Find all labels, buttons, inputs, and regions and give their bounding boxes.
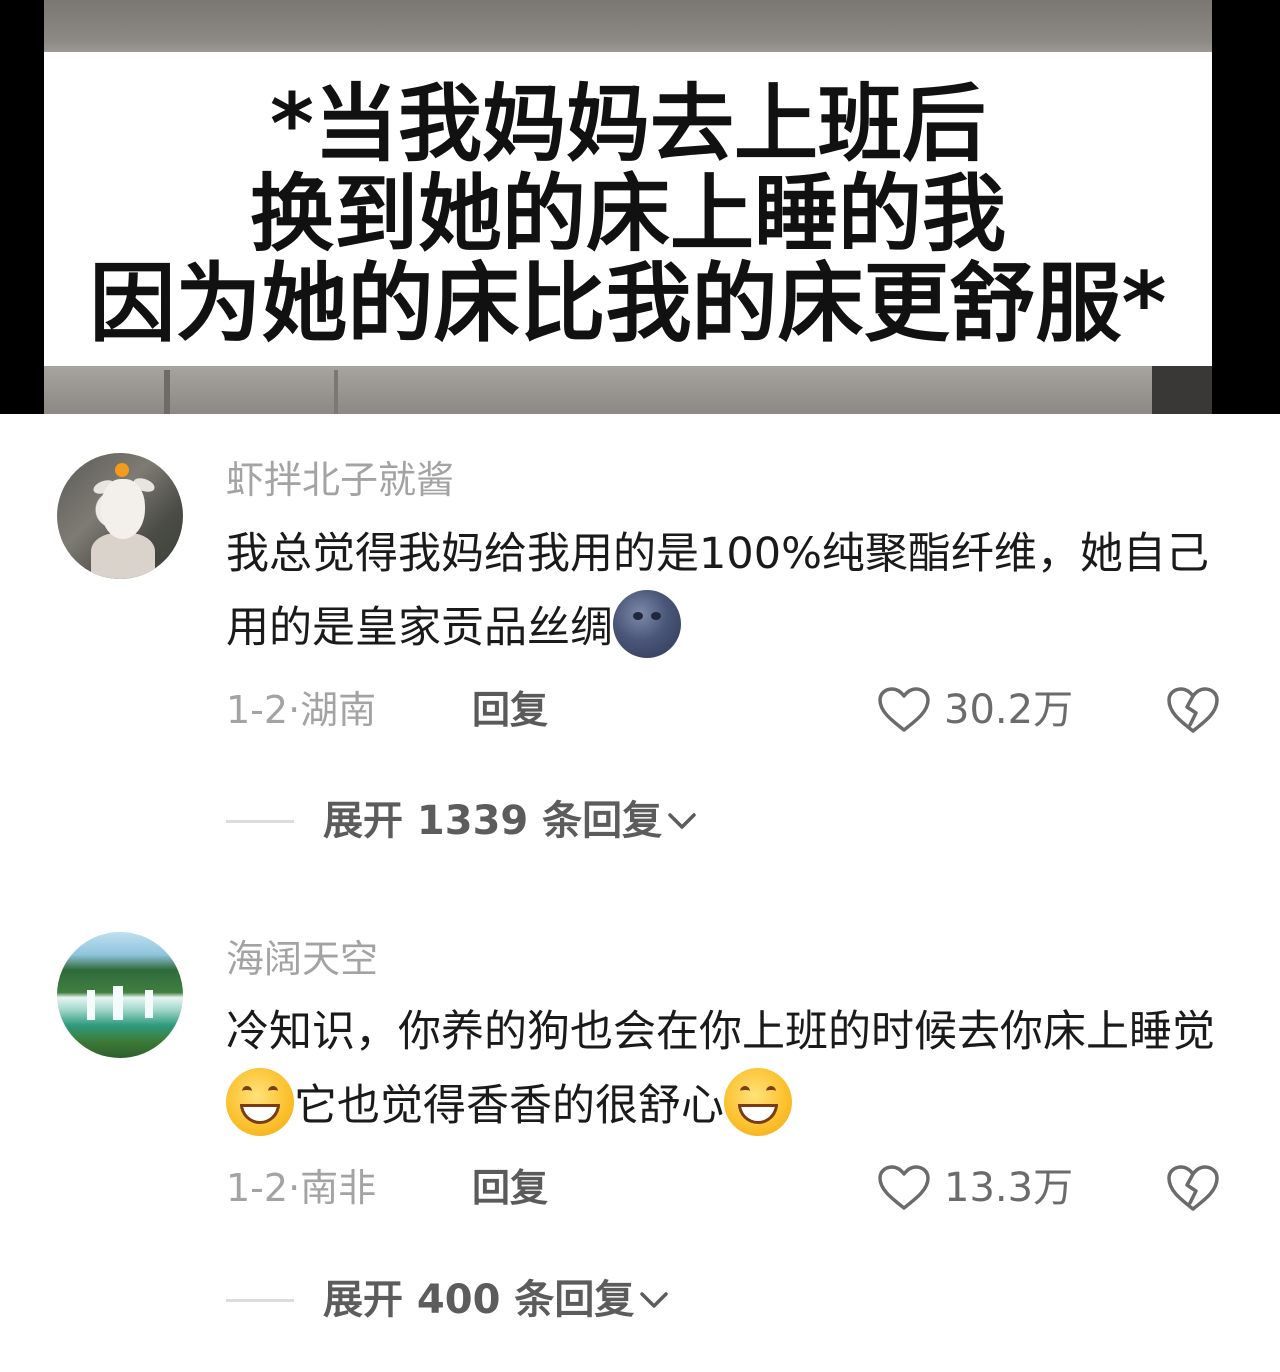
comment-username[interactable]: 海阔天空 (226, 935, 378, 983)
comment-text-body: 冷知识，你养的狗也会在你上班的时候去你床上睡觉 (226, 1007, 1215, 1057)
video-player[interactable]: *当我妈妈去上班后 换到她的床上睡的我 因为她的床比我的床更舒服* (0, 0, 1280, 414)
comment-text: 冷知识，你养的狗也会在你上班的时候去你床上睡觉它也觉得香香的很舒心 (226, 996, 1236, 1142)
heart-like-icon[interactable] (876, 1164, 932, 1212)
expand-replies[interactable]: 展开 1339 条回复 (0, 797, 1280, 845)
comment-username[interactable]: 虾拌北子就酱 (226, 456, 454, 504)
broken-heart-dislike-icon[interactable] (1164, 1163, 1222, 1213)
caption-line-3: 因为她的床比我的床更舒服* (89, 254, 1167, 354)
divider (226, 1299, 294, 1302)
heart-like-icon[interactable] (876, 686, 932, 734)
chevron-down-icon (640, 1292, 669, 1308)
chevron-down-icon (668, 813, 696, 829)
expand-replies-label: 展开 400 条回复 (323, 1277, 635, 1323)
comment-date-location: 1-2·湖南 (226, 688, 377, 732)
comment-text-body-2: 它也觉得香香的很舒心 (294, 1081, 724, 1131)
broken-heart-dislike-icon[interactable] (1164, 685, 1222, 735)
comment-date-location: 1-2·南非 (226, 1166, 377, 1210)
user-avatar[interactable] (57, 932, 183, 1058)
grinning-face-emoji-icon (724, 1068, 792, 1136)
expand-replies-label: 展开 1339 条回复 (323, 798, 663, 844)
caption-line-2: 换到她的床上睡的我 (249, 165, 1006, 263)
reply-button[interactable]: 回复 (472, 1164, 548, 1212)
like-count: 13.3万 (944, 1165, 1074, 1211)
comment-text: 我总觉得我妈给我用的是100%纯聚酯纤维，她自己用的是皇家贡品丝绸 (226, 518, 1236, 664)
caption-line-1: *当我妈妈去上班后 (270, 75, 986, 173)
new-moon-face-emoji-icon (613, 590, 681, 658)
grinning-face-emoji-icon (226, 1068, 294, 1136)
expand-replies[interactable]: 展开 400 条回复 (0, 1276, 1280, 1324)
user-avatar[interactable] (57, 453, 183, 579)
like-count: 30.2万 (944, 687, 1074, 733)
video-caption: *当我妈妈去上班后 换到她的床上睡的我 因为她的床比我的床更舒服* (44, 52, 1212, 366)
comment-text-body: 我总觉得我妈给我用的是100%纯聚酯纤维，她自己用的是皇家贡品丝绸 (226, 529, 1209, 653)
divider (226, 820, 294, 823)
reply-button[interactable]: 回复 (472, 686, 548, 734)
